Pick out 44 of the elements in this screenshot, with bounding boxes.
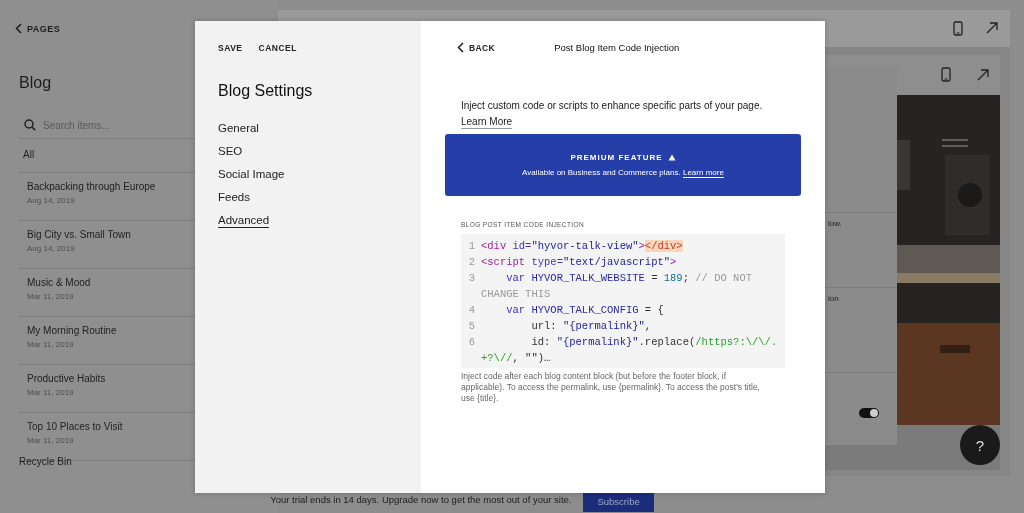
line-number: 4 <box>467 303 476 318</box>
menu-icon[interactable] <box>942 139 968 147</box>
line-number: 2 <box>467 255 476 270</box>
code-line: <div id="hyvor-talk-view"></div> <box>481 239 684 254</box>
intro-text: Inject custom code or scripts to enhance specific parts of your page. <box>461 100 763 111</box>
panel-text: ion <box>828 294 839 303</box>
line-number: 1 <box>467 239 476 254</box>
pages-back-link[interactable]: PAGES <box>15 23 61 34</box>
back-button[interactable]: BACK <box>457 42 496 53</box>
action-button[interactable]: CANCEL <box>258 43 297 53</box>
chevron-left-icon <box>15 23 22 34</box>
phone-icon[interactable] <box>941 67 951 82</box>
arrow-icon[interactable] <box>977 69 989 81</box>
nav-item[interactable]: Advanced <box>218 214 270 228</box>
panel-title: Post Blog Item Code Injection <box>554 42 680 53</box>
code-line: url: "{permalink}", <box>530 319 653 334</box>
panel-text: low. <box>828 219 842 228</box>
nav-item[interactable]: Feeds <box>218 191 250 205</box>
arrow-icon[interactable] <box>986 22 998 34</box>
sidebar-title: Blog <box>19 74 52 92</box>
help-text: Inject code after each blog content block (but before the footer block, if applicable). To access the permalink, use {permalink}. To access the post's title, use {title}. <box>461 371 761 404</box>
line-number: 5 <box>467 319 476 334</box>
premium-text: Available on Business and Commerce plans. <box>522 168 681 177</box>
dialog-title: Blog Settings <box>218 82 314 100</box>
help-button[interactable]: ? <box>960 425 1000 465</box>
chevron-left-icon <box>457 42 464 53</box>
learn-more-link[interactable]: Learn more <box>682 168 724 178</box>
nav-item[interactable]: SEO <box>218 145 243 159</box>
action-button[interactable]: SAVE <box>218 43 243 53</box>
learn-more-link[interactable]: Learn More <box>461 116 513 129</box>
code-line: id: "{permalink}".replace(/https?:\/\/.+?\//, "")… <box>481 335 779 366</box>
nav-item[interactable]: General <box>218 122 259 136</box>
trial-message: Your trial ends in 14 days. Upgrade now to get the most out of your site. <box>270 493 572 505</box>
code-editor[interactable] <box>461 234 785 368</box>
phone-icon[interactable] <box>953 21 963 36</box>
line-number: 3 <box>467 271 476 286</box>
caret-up-icon <box>667 154 676 161</box>
code-line: var HYVOR_TALK_CONFIG = { <box>505 303 665 318</box>
toggle-switch[interactable] <box>859 408 879 418</box>
code-line: var HYVOR_TALK_WEBSITE = 189; // DO NOT CHANGE THIS <box>481 271 753 302</box>
code-line: <script type="text/javascript"> <box>481 255 678 270</box>
premium-title: PREMIUM FEATURE <box>570 153 663 162</box>
search-icon <box>24 119 36 131</box>
line-number: 6 <box>467 335 476 350</box>
